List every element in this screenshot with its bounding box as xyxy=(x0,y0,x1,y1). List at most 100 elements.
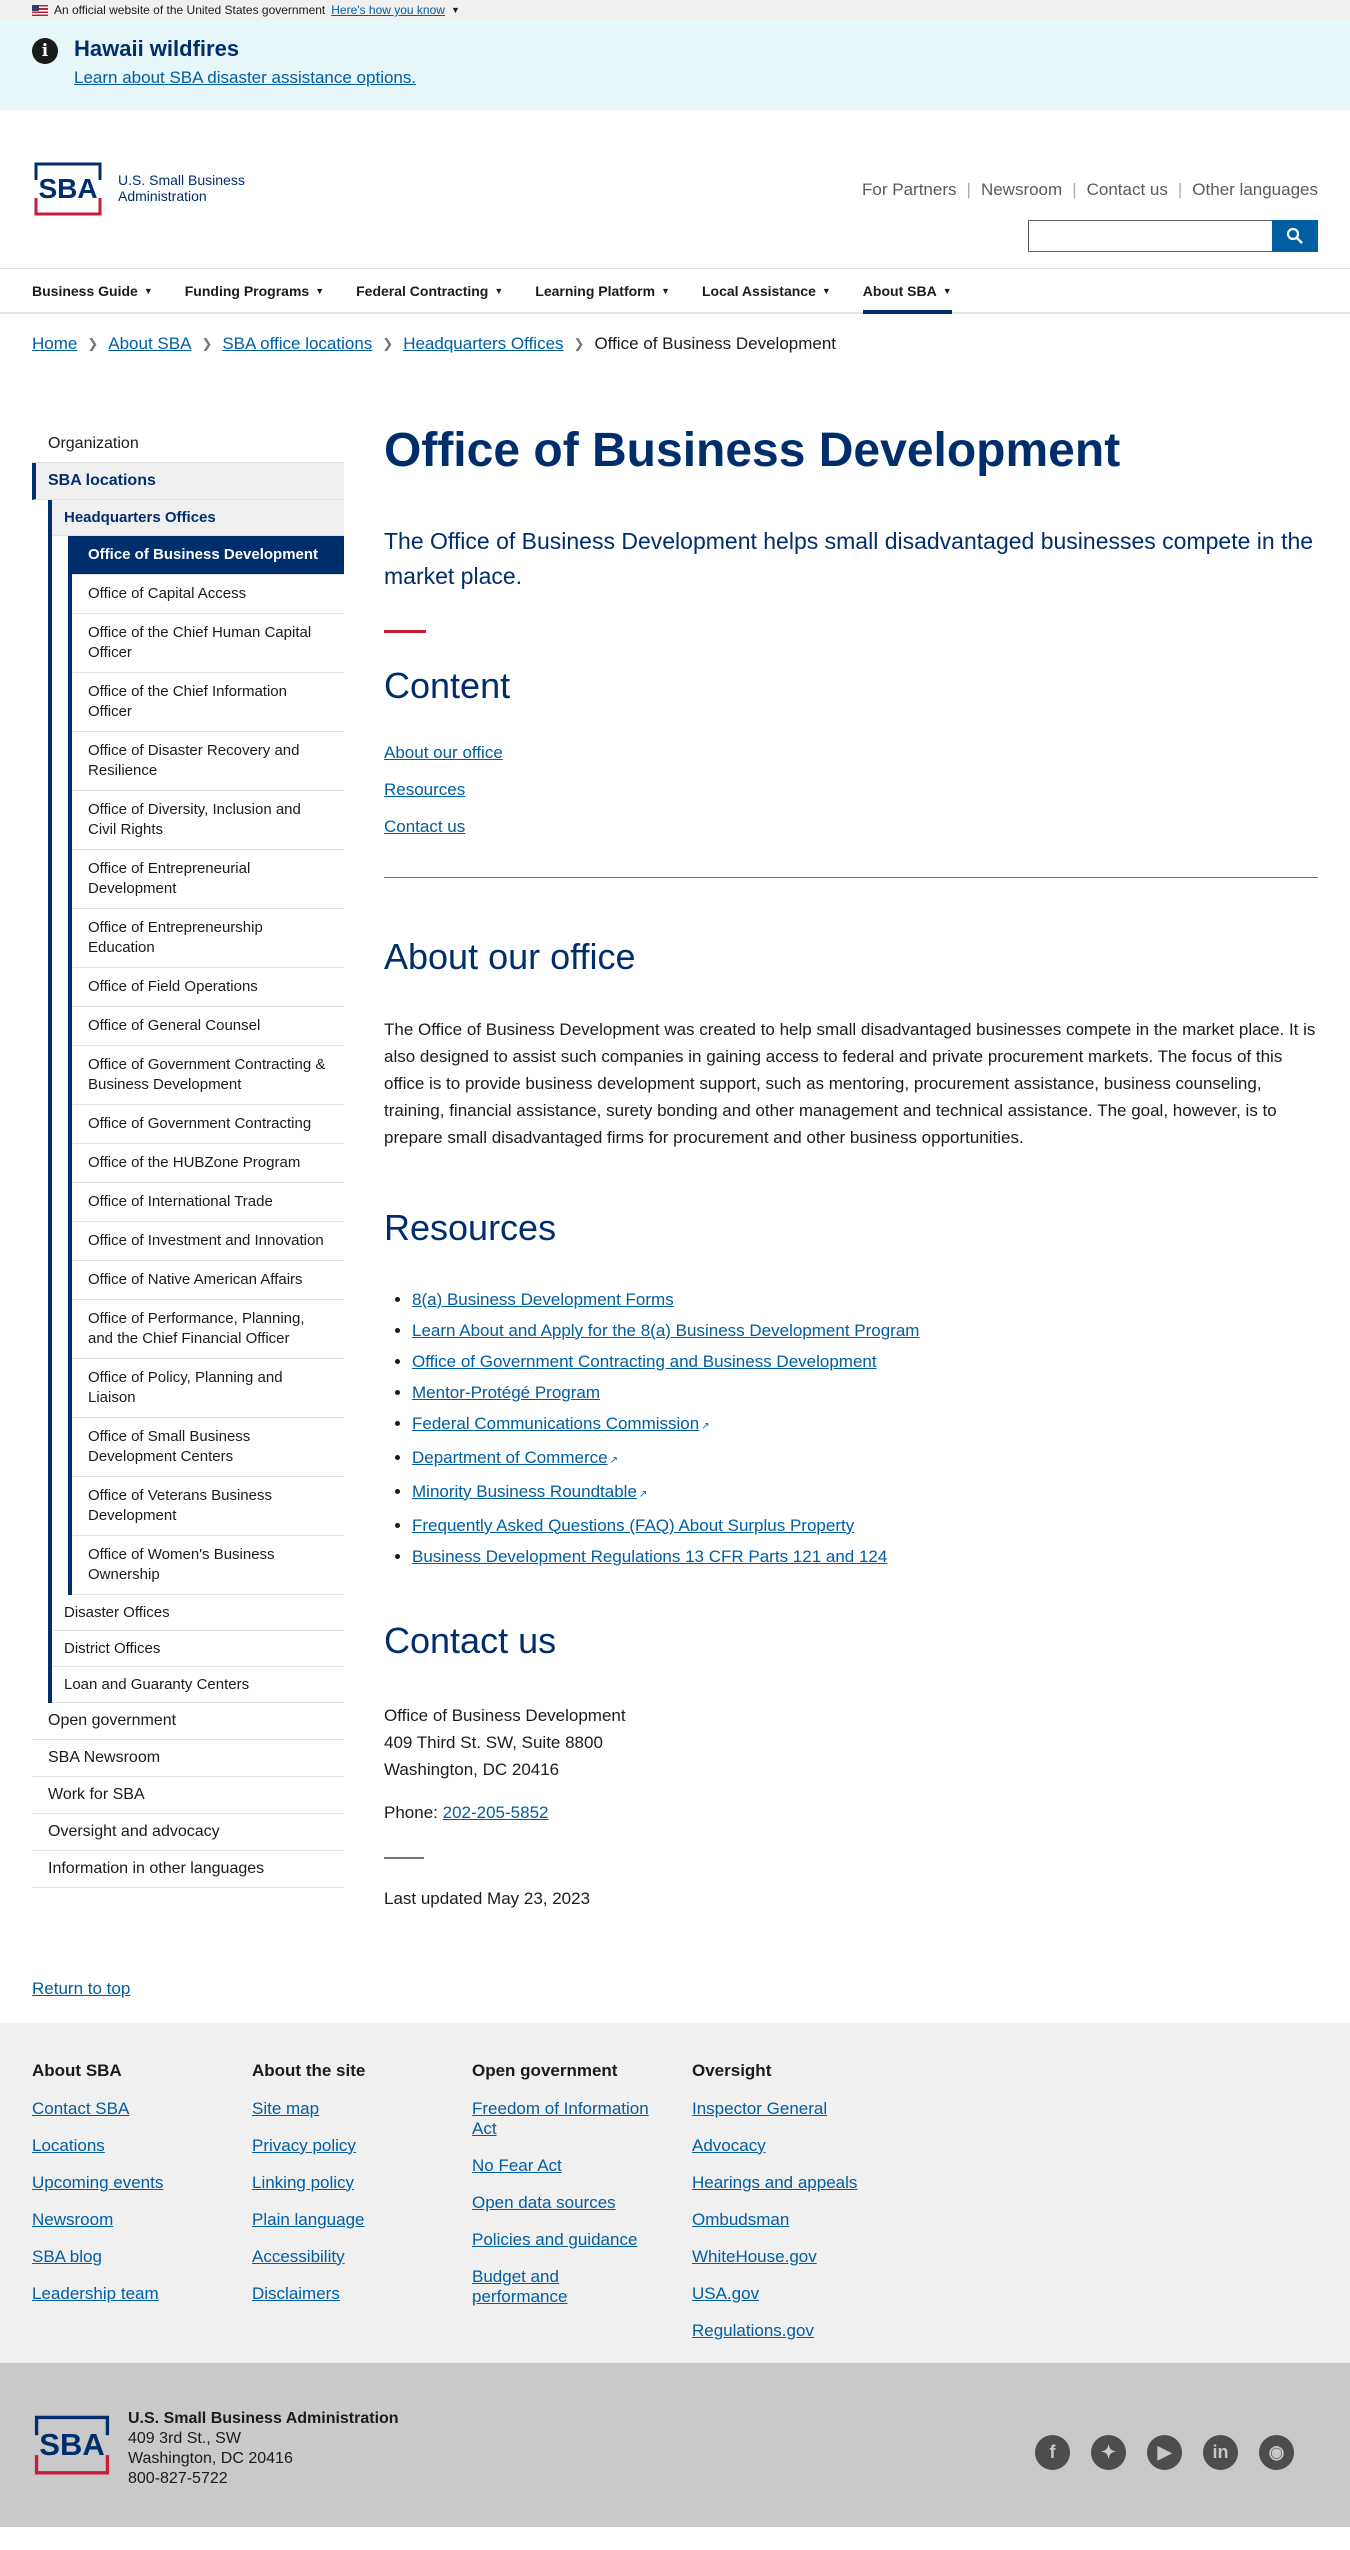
twitter-icon[interactable]: ✦ xyxy=(1091,2434,1126,2470)
footer-link[interactable]: Upcoming events xyxy=(32,2173,252,2193)
nav-local-assistance[interactable]: Local Assistance ▼ xyxy=(702,269,831,312)
sidenav-office-item[interactable]: Office of Performance, Planning, and the… xyxy=(72,1300,344,1359)
sidenav-office-item[interactable]: Office of Native American Affairs xyxy=(72,1261,344,1300)
nav-funding-programs[interactable]: Funding Programs ▼ xyxy=(185,269,324,312)
sidenav-item-hq-offices[interactable]: Headquarters Offices xyxy=(52,500,344,536)
breadcrumb-about-sba[interactable]: About SBA xyxy=(108,334,191,354)
footer-link[interactable]: Plain language xyxy=(252,2210,472,2230)
sidenav-item-newsroom[interactable]: SBA Newsroom xyxy=(32,1740,344,1777)
nav-federal-contracting[interactable]: Federal Contracting ▼ xyxy=(356,269,503,312)
resource-link[interactable]: Mentor-Protégé Program xyxy=(412,1383,600,1402)
resource-link[interactable]: Department of Commerce xyxy=(412,1448,608,1467)
footer-link[interactable]: Newsroom xyxy=(32,2210,252,2230)
footer-link[interactable]: Advocacy xyxy=(692,2136,912,2156)
footer-link[interactable]: Locations xyxy=(32,2136,252,2156)
nav-about-sba[interactable]: About SBA ▼ xyxy=(862,269,952,314)
sidenav-office-item[interactable]: Office of the HUBZone Program xyxy=(72,1144,344,1183)
sidenav-item-other-languages[interactable]: Information in other languages xyxy=(32,1851,344,1888)
youtube-icon[interactable]: ▶ xyxy=(1147,2434,1182,2470)
toc-heading: Content xyxy=(384,664,511,706)
sidenav-office-item[interactable]: Office of Policy, Planning and Liaison xyxy=(72,1359,344,1418)
footer-link[interactable]: Ombudsman xyxy=(692,2210,912,2230)
linkedin-icon[interactable]: in xyxy=(1203,2434,1238,2470)
footer-link[interactable]: Linking policy xyxy=(252,2173,472,2193)
sidenav-item-sba-locations[interactable]: SBA locations xyxy=(32,463,344,500)
sidenav-office-item[interactable]: Office of Capital Access xyxy=(72,575,344,614)
footer-link[interactable]: Inspector General xyxy=(692,2099,912,2119)
footer-link[interactable]: Budget and performance xyxy=(472,2267,582,2307)
footer-link[interactable]: Site map xyxy=(252,2099,472,2119)
resource-link[interactable]: 8(a) Business Development Forms xyxy=(412,1290,674,1309)
footer-link[interactable]: No Fear Act xyxy=(472,2156,692,2176)
nav-learning-platform[interactable]: Learning Platform ▼ xyxy=(535,269,670,312)
resource-link[interactable]: Business Development Regulations 13 CFR … xyxy=(412,1547,887,1566)
footer-link[interactable]: Policies and guidance xyxy=(472,2230,692,2250)
sidenav-office-item[interactable]: Office of Diversity, Inclusion and Civil… xyxy=(72,791,344,850)
resource-link[interactable]: Minority Business Roundtable xyxy=(412,1482,637,1501)
sidenav-item-district-offices[interactable]: District Offices xyxy=(52,1631,344,1667)
sidenav-office-item[interactable]: Office of the Chief Information Officer xyxy=(72,673,344,732)
sidenav-item-work-for-sba[interactable]: Work for SBA xyxy=(32,1777,344,1814)
footer-link[interactable]: Open data sources xyxy=(472,2193,692,2213)
sidenav-office-item[interactable]: Office of Government Contracting & Busin… xyxy=(72,1046,344,1105)
sidenav-item-loan-centers[interactable]: Loan and Guaranty Centers xyxy=(52,1667,344,1703)
utility-link-languages[interactable]: Other languages xyxy=(1192,180,1318,200)
sidenav-item-organization[interactable]: Organization xyxy=(32,426,344,463)
footer-link[interactable]: Freedom of Information Act xyxy=(472,2099,662,2139)
facebook-icon[interactable]: f xyxy=(1035,2434,1070,2470)
sidenav-office-item[interactable]: Office of Investment and Innovation xyxy=(72,1222,344,1261)
footer-link[interactable]: Accessibility xyxy=(252,2247,472,2267)
sidenav-office-item[interactable]: Office of Government Contracting xyxy=(72,1105,344,1144)
nav-business-guide[interactable]: Business Guide ▼ xyxy=(32,269,153,312)
footer-link[interactable]: WhiteHouse.gov xyxy=(692,2247,912,2267)
sidenav-office-item[interactable]: Office of Small Business Development Cen… xyxy=(72,1418,344,1477)
sba-logo[interactable]: SBA U.S. Small Business Administration xyxy=(32,160,245,216)
search-input[interactable] xyxy=(1028,220,1272,252)
footer-link[interactable]: Contact SBA xyxy=(32,2099,252,2119)
toc-link-about[interactable]: About our office xyxy=(384,743,1318,763)
sidenav-office-item[interactable]: Office of Business Development xyxy=(72,536,344,575)
sidenav-item-disaster-offices[interactable]: Disaster Offices xyxy=(52,1595,344,1631)
nav-label: Funding Programs xyxy=(184,282,310,299)
toc-link-contact[interactable]: Contact us xyxy=(384,817,1318,837)
sidenav-item-oversight[interactable]: Oversight and advocacy xyxy=(32,1814,344,1851)
return-to-top-link[interactable]: Return to top xyxy=(32,1979,130,1998)
contact-phone: Phone: 202-205-5852 xyxy=(384,1803,1318,1823)
breadcrumb-office-locations[interactable]: SBA office locations xyxy=(222,334,372,354)
sba-footer-logo[interactable]: SBA xyxy=(32,2413,112,2480)
sidenav-office-item[interactable]: Office of Disaster Recovery and Resilien… xyxy=(72,732,344,791)
sidenav-item-open-government[interactable]: Open government xyxy=(32,1703,344,1740)
main-content: Office of Business Development The Offic… xyxy=(384,374,1318,1909)
footer-link[interactable]: Leadership team xyxy=(32,2284,252,2304)
breadcrumb-home[interactable]: Home xyxy=(32,334,77,354)
search-button[interactable] xyxy=(1272,220,1318,252)
heres-how-you-know-link[interactable]: Here's how you know xyxy=(331,3,445,17)
footer-link[interactable]: Regulations.gov xyxy=(692,2321,912,2341)
breadcrumb-hq-offices[interactable]: Headquarters Offices xyxy=(403,334,563,354)
phone-link[interactable]: 202-205-5852 xyxy=(443,1803,549,1822)
footer-link[interactable]: USA.gov xyxy=(692,2284,912,2304)
footer-link[interactable]: SBA blog xyxy=(32,2247,252,2267)
resource-link[interactable]: Frequently Asked Questions (FAQ) About S… xyxy=(412,1516,854,1535)
utility-link-newsroom[interactable]: Newsroom xyxy=(981,180,1062,200)
resource-link[interactable]: Federal Communications Commission xyxy=(412,1414,699,1433)
footer-link[interactable]: Privacy policy xyxy=(252,2136,472,2156)
sidenav-office-item[interactable]: Office of the Chief Human Capital Office… xyxy=(72,614,344,673)
resource-link[interactable]: Learn About and Apply for the 8(a) Busin… xyxy=(412,1321,919,1340)
toc-link-resources[interactable]: Resources xyxy=(384,780,1318,800)
alert-link[interactable]: Learn about SBA disaster assistance opti… xyxy=(74,68,416,87)
footer-link[interactable]: Disclaimers xyxy=(252,2284,472,2304)
sidenav-office-item[interactable]: Office of Women's Business Ownership xyxy=(72,1536,344,1595)
footer-link[interactable]: Hearings and appeals xyxy=(692,2173,912,2193)
sidenav-office-item[interactable]: Office of International Trade xyxy=(72,1183,344,1222)
utility-link-contact[interactable]: Contact us xyxy=(1087,180,1168,200)
sidenav-office-item[interactable]: Office of Entrepreneurship Education xyxy=(72,909,344,968)
sidenav-office-item[interactable]: Office of Entrepreneurial Development xyxy=(72,850,344,909)
sidenav-office-item[interactable]: Office of Field Operations xyxy=(72,968,344,1007)
sidenav-office-item[interactable]: Office of Veterans Business Development xyxy=(72,1477,344,1536)
chevron-down-icon[interactable]: ▼ xyxy=(451,5,460,15)
resource-link[interactable]: Office of Government Contracting and Bus… xyxy=(412,1352,877,1371)
utility-link-partners[interactable]: For Partners xyxy=(862,180,956,200)
sidenav-office-item[interactable]: Office of General Counsel xyxy=(72,1007,344,1046)
instagram-icon[interactable]: ◉ xyxy=(1259,2434,1294,2470)
